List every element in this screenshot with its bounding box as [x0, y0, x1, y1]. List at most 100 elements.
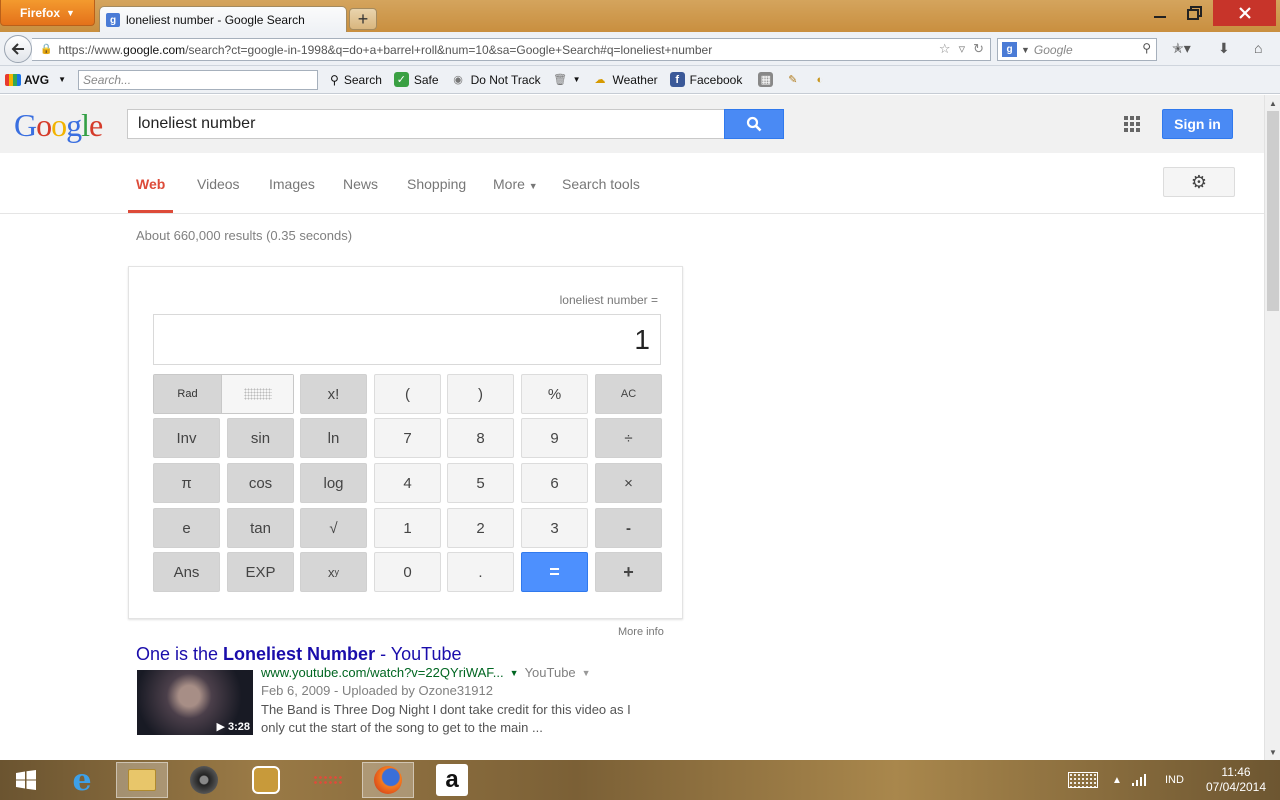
key-subtract[interactable]: - [595, 508, 662, 548]
bookmark-star-icon[interactable]: ☆ [939, 41, 951, 57]
settings-button[interactable]: ⚙ [1163, 167, 1235, 197]
tab-images[interactable]: Images [269, 176, 315, 192]
vertical-scrollbar[interactable]: ▲ ▼ [1264, 95, 1280, 760]
key-log[interactable]: log [300, 463, 367, 503]
google-chrome-taskbar[interactable] [302, 762, 354, 798]
deg-mode-button[interactable] [222, 375, 293, 413]
app-taskbar[interactable] [240, 762, 292, 798]
do-not-track-button[interactable]: ◉ Do Not Track [451, 72, 540, 87]
tab-more[interactable]: More ▼ [493, 176, 538, 192]
minimize-button[interactable] [1143, 0, 1177, 26]
key-factorial[interactable]: x! [300, 374, 367, 414]
tab-shopping[interactable]: Shopping [407, 176, 466, 192]
rad-mode-button[interactable]: Rad [154, 375, 222, 413]
key-percent[interactable]: % [521, 374, 588, 414]
key-all-clear[interactable]: AC [595, 374, 662, 414]
facebook-button[interactable]: f Facebook [669, 72, 742, 87]
key-6[interactable]: 6 [521, 463, 588, 503]
bookmarks-menu-icon[interactable]: ✭▾ [1172, 40, 1191, 57]
weather-button[interactable]: ☁ Weather [593, 72, 658, 87]
internet-explorer-taskbar[interactable]: e [56, 762, 108, 798]
key-ans[interactable]: Ans [153, 552, 220, 592]
amazon-taskbar[interactable]: a [426, 762, 478, 798]
scroll-up-icon[interactable]: ▲ [1265, 95, 1280, 111]
google-engine-icon[interactable]: g [1002, 42, 1017, 57]
network-signal-icon[interactable] [1131, 760, 1147, 800]
close-button[interactable] [1213, 0, 1276, 26]
key-left-paren[interactable]: ( [374, 374, 441, 414]
google-search-button[interactable] [724, 109, 784, 139]
new-tab-button[interactable]: + [349, 8, 377, 30]
key-pi[interactable]: π [153, 463, 220, 503]
key-7[interactable]: 7 [374, 418, 441, 458]
tab-search-tools[interactable]: Search tools [562, 176, 640, 192]
key-cos[interactable]: cos [227, 463, 294, 503]
touch-keyboard-icon[interactable] [1068, 760, 1098, 800]
key-ln[interactable]: ln [300, 418, 367, 458]
scrollbar-thumb[interactable] [1267, 111, 1279, 311]
key-power[interactable]: xy [300, 552, 367, 592]
trash-button[interactable]: 🗑 ▼ [553, 72, 580, 87]
scroll-down-icon[interactable]: ▼ [1265, 744, 1280, 760]
source-dropdown-icon[interactable]: ▼ [582, 668, 591, 678]
back-button[interactable] [4, 35, 32, 63]
speedtest-button[interactable]: ◐ [812, 72, 827, 87]
video-thumbnail[interactable]: ▶ 3:28 [137, 670, 253, 735]
firefox-taskbar[interactable] [362, 762, 414, 798]
home-icon[interactable]: ⌂ [1254, 40, 1262, 56]
key-e[interactable]: e [153, 508, 220, 548]
tab-web[interactable]: Web [136, 176, 165, 192]
media-player-taskbar[interactable] [178, 762, 230, 798]
browser-tab[interactable]: g loneliest number - Google Search [99, 6, 347, 33]
notepad-button[interactable]: ✎ [785, 72, 800, 87]
tab-news[interactable]: News [343, 176, 378, 192]
avg-search-button[interactable]: ⚲ Search [330, 73, 382, 87]
key-1[interactable]: 1 [374, 508, 441, 548]
key-tan[interactable]: tan [227, 508, 294, 548]
dropdown-arrow-icon[interactable]: ▿ [959, 41, 966, 57]
key-add[interactable]: + [595, 552, 662, 592]
avg-search-input[interactable]: Search... [78, 69, 319, 90]
system-clock[interactable]: 11:46 07/04/2014 [1196, 765, 1276, 795]
google-search-input[interactable]: loneliest number [127, 109, 725, 139]
maximize-button[interactable] [1177, 0, 1213, 26]
file-explorer-taskbar[interactable] [116, 762, 168, 798]
reload-icon[interactable]: ↻ [973, 41, 984, 57]
key-right-paren[interactable]: ) [447, 374, 514, 414]
angle-mode-toggle[interactable]: Rad [153, 374, 294, 414]
firefox-menu-button[interactable]: Firefox ▼ [0, 0, 95, 26]
apps-grid-icon[interactable] [1124, 116, 1140, 132]
google-logo[interactable]: Google [14, 107, 103, 144]
key-8[interactable]: 8 [447, 418, 514, 458]
downloads-icon[interactable]: ⬇ [1218, 40, 1230, 57]
avg-logo[interactable]: AVG ▼ [5, 73, 66, 87]
key-0[interactable]: 0 [374, 552, 441, 592]
key-5[interactable]: 5 [447, 463, 514, 503]
url-dropdown-icon[interactable]: ▼ [510, 668, 519, 678]
calculator-button[interactable]: ▦ [758, 72, 774, 87]
key-2[interactable]: 2 [447, 508, 514, 548]
key-inverse[interactable]: Inv [153, 418, 220, 458]
key-3[interactable]: 3 [521, 508, 588, 548]
tab-videos[interactable]: Videos [197, 176, 240, 192]
sign-in-button[interactable]: Sign in [1162, 109, 1233, 139]
key-sin[interactable]: sin [227, 418, 294, 458]
key-exp[interactable]: EXP [227, 552, 294, 592]
search-icon[interactable]: ⚲ [1142, 41, 1151, 55]
more-info-link[interactable]: More info [618, 626, 664, 638]
key-equals[interactable]: = [521, 552, 588, 592]
result-title-link[interactable]: One is the Loneliest Number - YouTube [136, 644, 461, 665]
url-bar[interactable]: 🔒 https://www. google.com/search?ct=googl… [32, 38, 991, 61]
key-sqrt[interactable]: √ [300, 508, 367, 548]
start-button[interactable] [0, 762, 52, 798]
key-9[interactable]: 9 [521, 418, 588, 458]
key-decimal[interactable]: . [447, 552, 514, 592]
key-4[interactable]: 4 [374, 463, 441, 503]
show-hidden-icons-icon[interactable]: ▲ [1112, 760, 1122, 800]
key-divide[interactable]: ÷ [595, 418, 662, 458]
engine-dropdown-icon[interactable]: ▼ [1021, 45, 1030, 55]
input-language[interactable]: IND [1165, 760, 1184, 800]
browser-search-box[interactable]: g ▼ Google ⚲ [997, 38, 1157, 61]
key-multiply[interactable]: × [595, 463, 662, 503]
safe-button[interactable]: ✓ Safe [393, 72, 439, 87]
